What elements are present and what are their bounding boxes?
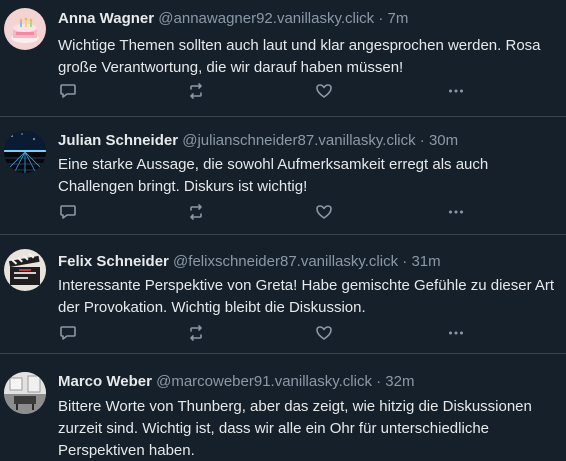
more-options-icon: [449, 89, 463, 93]
author-handle[interactable]: @julianschneider87.vanillasky.click: [182, 132, 415, 149]
post-actions: [58, 81, 478, 101]
separator-dot: ·: [378, 10, 384, 27]
author-name[interactable]: Anna Wagner: [58, 10, 154, 27]
avatar[interactable]: [4, 8, 46, 50]
reply-button[interactable]: [58, 81, 78, 101]
reply-button[interactable]: [58, 323, 78, 343]
more-options-icon: [449, 331, 463, 335]
reply-button[interactable]: [58, 202, 78, 222]
more-options-icon: [449, 210, 463, 214]
author-name[interactable]: Felix Schneider: [58, 253, 169, 270]
repost-button[interactable]: [186, 323, 206, 343]
post-time[interactable]: 7m: [388, 10, 409, 27]
post-actions: [58, 202, 478, 222]
post-feed: Anna Wagner @annawagner92.vanillasky.cli…: [0, 0, 566, 461]
clapperboard-avatar-icon: [4, 249, 46, 291]
author-name[interactable]: Julian Schneider: [58, 132, 178, 149]
post-text: Eine starke Aussage, die sowohl Aufmerks…: [58, 156, 489, 195]
like-button[interactable]: [314, 202, 334, 222]
separator-dot: ·: [402, 253, 408, 270]
repost-icon: [190, 83, 202, 99]
cake-avatar-icon: [4, 8, 46, 50]
reply-icon: [60, 84, 76, 98]
room-avatar-icon: [4, 372, 46, 414]
more-options-button[interactable]: [446, 81, 466, 101]
separator-dot: ·: [376, 373, 382, 390]
author-handle[interactable]: @annawagner92.vanillasky.click: [158, 10, 374, 27]
post-time[interactable]: 31m: [411, 253, 440, 270]
post-item[interactable]: Julian Schneider @julianschneider87.vani…: [0, 117, 566, 235]
author-handle[interactable]: @felixschneider87.vanillasky.click: [173, 253, 398, 270]
reply-icon: [60, 326, 76, 340]
repost-button[interactable]: [186, 81, 206, 101]
post-text: Interessante Perspektive von Greta! Habe…: [58, 277, 555, 316]
post-item[interactable]: Marco Weber @marcoweber91.vanillasky.cli…: [0, 354, 566, 461]
post-item[interactable]: Felix Schneider @felixschneider87.vanill…: [0, 235, 566, 354]
heart-icon: [316, 326, 332, 340]
avatar[interactable]: [4, 249, 46, 291]
post-actions: [58, 323, 478, 343]
repost-icon: [190, 204, 202, 220]
like-button[interactable]: [314, 323, 334, 343]
heart-icon: [316, 84, 332, 98]
more-options-button[interactable]: [446, 323, 466, 343]
heart-icon: [316, 205, 332, 219]
reply-icon: [60, 205, 76, 219]
author-name[interactable]: Marco Weber: [58, 373, 152, 390]
neon-grid-avatar-icon: [4, 131, 46, 173]
post-time[interactable]: 30m: [429, 132, 458, 149]
repost-icon: [190, 325, 202, 341]
author-handle[interactable]: @marcoweber91.vanillasky.click: [156, 373, 372, 390]
separator-dot: ·: [419, 132, 425, 149]
post-text: Wichtige Themen sollten auch laut und kl…: [58, 37, 541, 76]
like-button[interactable]: [314, 81, 334, 101]
more-options-button[interactable]: [446, 202, 466, 222]
avatar[interactable]: [4, 131, 46, 173]
post-text: Bittere Worte von Thunberg, aber das zei…: [58, 398, 532, 459]
post-time[interactable]: 32m: [385, 373, 414, 390]
post-item[interactable]: Anna Wagner @annawagner92.vanillasky.cli…: [0, 0, 566, 117]
repost-button[interactable]: [186, 202, 206, 222]
avatar[interactable]: [4, 372, 46, 414]
